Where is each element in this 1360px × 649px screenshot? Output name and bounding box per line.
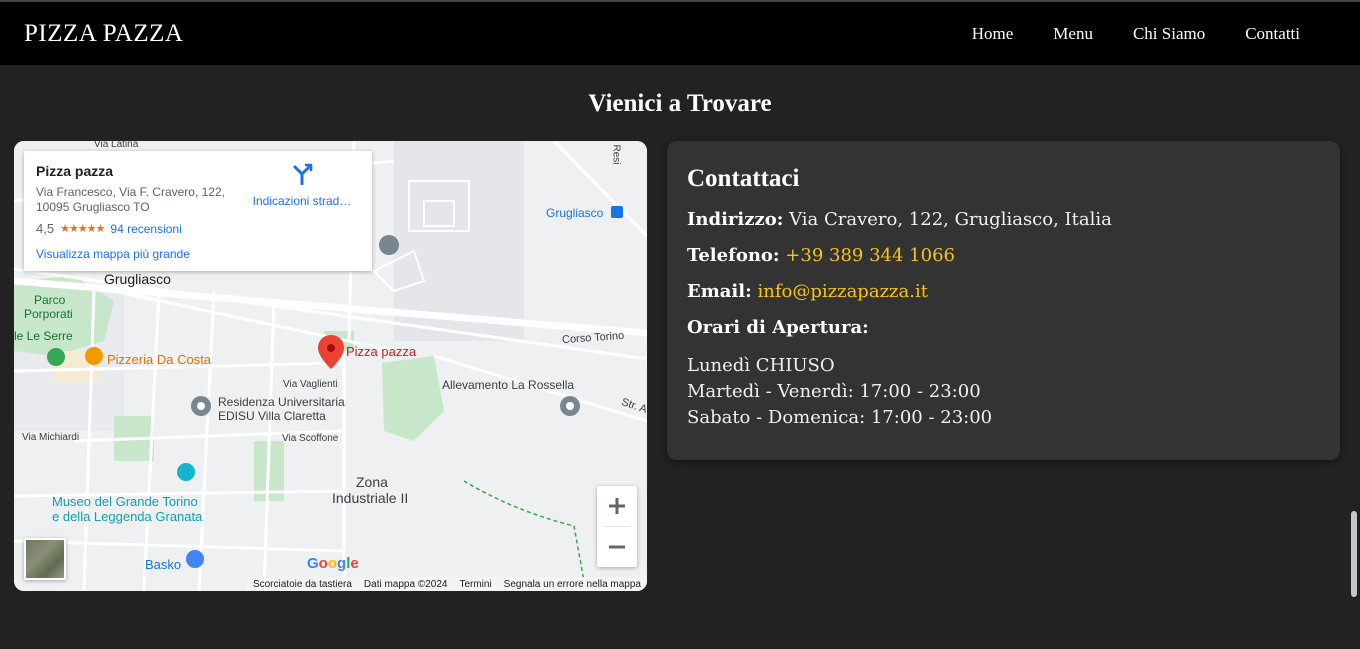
phone-label: Telefono: (687, 245, 780, 266)
directions-label: Indicazioni strad… (252, 194, 352, 208)
map-label-residenza-2[interactable]: EDISU Villa Claretta (218, 409, 326, 423)
place-address: Via Francesco, Via F. Cravero, 122, 1009… (36, 185, 236, 215)
address-row: Indirizzo: Via Cravero, 122, Grugliasco,… (687, 209, 1112, 230)
map-label-museo-2[interactable]: e della Leggenda Granata (52, 509, 202, 524)
zoom-controls (597, 486, 637, 567)
address-value: Via Cravero, 122, Grugliasco, Italia (789, 209, 1112, 230)
map-label-parco: Parco (34, 293, 66, 307)
place-name: Pizza pazza (36, 163, 114, 179)
directions-button[interactable]: Indicazioni strad… (252, 163, 352, 208)
hours-label: Orari di Apertura: (687, 317, 869, 338)
zoom-in-button[interactable] (597, 486, 637, 526)
map-attribution: Scorciatoie da tastiera Dati mappa ©2024… (246, 577, 647, 591)
map-label-porporati: Porporati (24, 307, 73, 321)
map-label-allevamento[interactable]: Allevamento La Rossella (442, 378, 574, 392)
satellite-toggle[interactable] (24, 538, 66, 580)
email-label: Email: (687, 281, 752, 302)
map-label-pizzeria[interactable]: Pizzeria Da Costa (107, 352, 211, 367)
directions-icon (293, 163, 313, 186)
map-label-basko[interactable]: Basko (145, 557, 181, 572)
map-label-resi: Resi (610, 144, 622, 165)
address-label: Indirizzo: (687, 209, 784, 230)
place-address-line-1: Via Francesco, Via F. Cravero, 122, (36, 185, 225, 199)
place-rating: 4,5 ★★★★★ 94 recensioni (36, 221, 182, 236)
hours-line: Martedì - Venerdì: 17:00 - 23:00 (687, 381, 981, 402)
report-error-link[interactable]: Segnala un errore nella mappa (504, 579, 641, 590)
map-label-zona-2: Industriale II (332, 490, 409, 506)
map-label-museo-1[interactable]: Museo del Grande Torino (52, 494, 198, 509)
map-label-via-vaglienti: Via Vaglienti (283, 379, 338, 390)
map-label-station[interactable]: Grugliasco (546, 206, 603, 220)
brand-logo[interactable]: PIZZA PAZZA (24, 20, 183, 48)
page-scrollbar[interactable] (1351, 511, 1357, 597)
map-label-via-latina: Via Latina (94, 141, 139, 150)
map-label-city: Grugliasco (104, 271, 171, 287)
terms-link[interactable]: Termini (459, 579, 491, 590)
contact-title: Contattaci (687, 165, 800, 192)
hours-line: Lunedì CHIUSO (687, 355, 835, 376)
phone-link[interactable]: +39 389 344 1066 (785, 245, 955, 266)
main-nav: Home Menu Chi Siamo Contatti (972, 24, 1300, 44)
email-row: Email: info@pizzapazza.it (687, 281, 928, 302)
google-map[interactable]: Grugliasco Grugliasco Parco Porporati le… (14, 141, 647, 591)
reviews-link[interactable]: 94 recensioni (110, 222, 181, 236)
map-label-via-michiardi: Via Michiardi (22, 432, 80, 443)
plus-icon (609, 498, 625, 514)
larger-map-link[interactable]: Visualizza mappa più grande (36, 247, 190, 261)
top-navbar: PIZZA PAZZA Home Menu Chi Siamo Contatti (0, 0, 1360, 65)
zoom-out-button[interactable] (597, 527, 637, 567)
map-label-residenza-1[interactable]: Residenza Universitaria (218, 395, 345, 409)
nav-menu[interactable]: Menu (1053, 24, 1093, 44)
map-data-text: Dati mappa ©2024 (363, 578, 448, 590)
nav-chi-siamo[interactable]: Chi Siamo (1133, 24, 1205, 44)
hours-heading: Orari di Apertura: (687, 317, 869, 338)
hours-line: Sabato - Domenica: 17:00 - 23:00 (687, 407, 993, 428)
google-logo: Google (307, 555, 359, 572)
section-title: Vienici a Trovare (588, 90, 772, 117)
keyboard-shortcuts-link[interactable]: Scorciatoie da tastiera (253, 579, 352, 590)
map-label-zona-1: Zona (356, 474, 388, 490)
place-address-line-2: 10095 Grugliasco TO (36, 200, 150, 214)
place-info-card: Pizza pazza Via Francesco, Via F. Craver… (24, 151, 372, 271)
phone-row: Telefono: +39 389 344 1066 (687, 245, 955, 266)
rating-stars-icon: ★★★★★ (60, 223, 105, 235)
nav-contatti[interactable]: Contatti (1245, 24, 1300, 44)
map-label-pin[interactable]: Pizza pazza (346, 344, 416, 359)
rating-value: 4,5 (36, 221, 55, 236)
nav-home[interactable]: Home (972, 24, 1014, 44)
map-label-le-serre: le Le Serre (14, 329, 73, 343)
minus-icon (609, 545, 625, 549)
email-link[interactable]: info@pizzapazza.it (757, 281, 928, 302)
map-label-via-scoffone: Via Scoffone (282, 433, 339, 444)
opening-hours: Lunedì CHIUSO Martedì - Venerdì: 17:00 -… (687, 353, 992, 431)
contact-card: Contattaci Indirizzo: Via Cravero, 122, … (667, 141, 1340, 460)
